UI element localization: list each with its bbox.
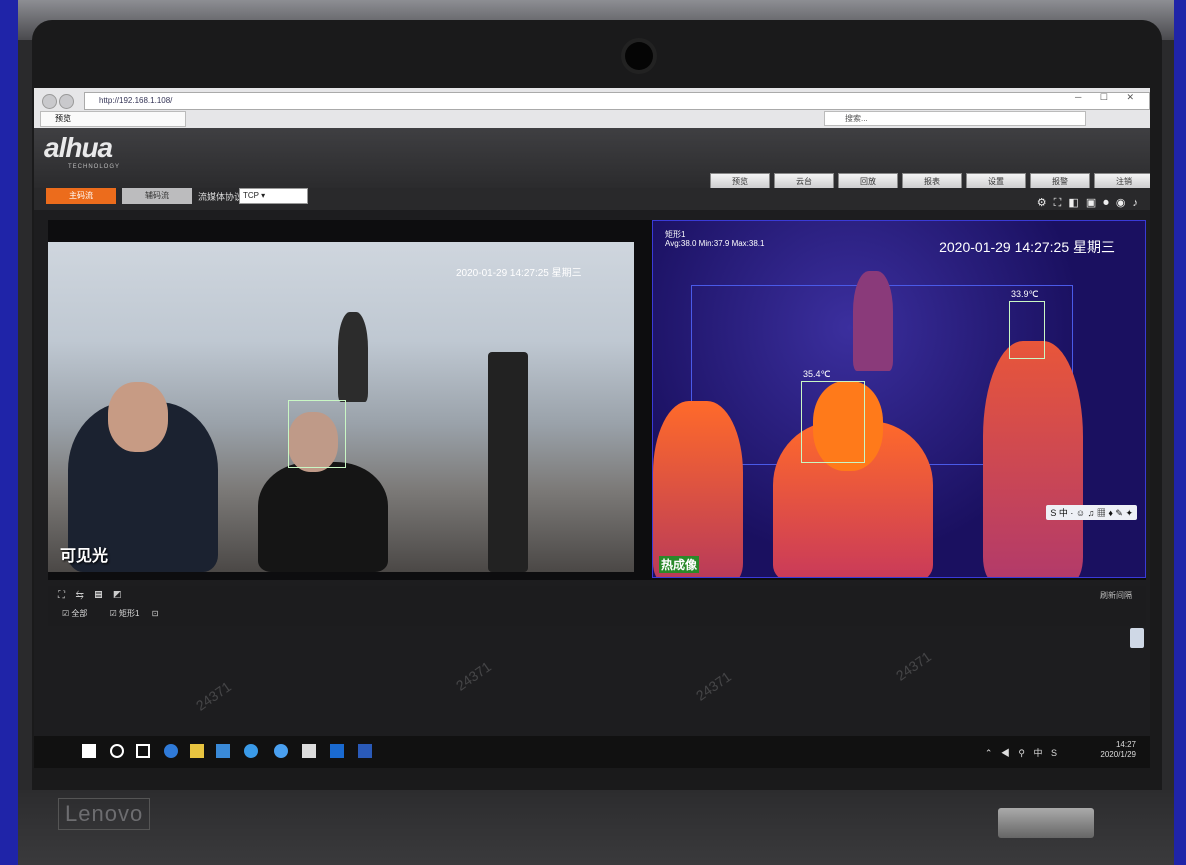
- video-area: 2020-01-29 14:27:25 星期三 可见光 矩形1 Avg:38.0…: [48, 220, 1146, 580]
- start-icon[interactable]: [82, 744, 96, 758]
- sub-tool-icons[interactable]: ⛶ ⇆ ▤ ◩: [58, 590, 125, 601]
- webcam-icon: [625, 42, 653, 70]
- store-icon[interactable]: [216, 744, 230, 758]
- checkbox-rect[interactable]: ☑ 矩形1 ⊡: [110, 609, 159, 618]
- task-view-icon[interactable]: [136, 744, 150, 758]
- thermal-reading-2: 33.9℃: [1011, 289, 1039, 299]
- clock-time: 14:27: [1115, 740, 1136, 749]
- url-field[interactable]: http://192.168.1.108/: [84, 92, 1150, 110]
- watermark: 24371: [192, 678, 235, 714]
- person-3: [338, 312, 368, 402]
- rule-checkboxes: ☑ 全部 ☑ 矩形1 ⊡: [62, 608, 168, 619]
- ime-toolbar[interactable]: S 中 · ☺ ♫ ▦ ♦ ✎ ✦: [1046, 505, 1137, 520]
- view-tool-icons[interactable]: ⚙ ⛶ ◧ ▣ ⏺ ◉ ♪: [1037, 196, 1140, 210]
- protocol-select[interactable]: TCP ▾: [239, 188, 308, 204]
- thermal-label: 热成像: [659, 556, 700, 573]
- laptop-brand: Lenovo: [58, 798, 151, 830]
- word-icon[interactable]: [358, 744, 372, 758]
- thermal-detect-box-1: [801, 381, 865, 463]
- thermal-person-4: [853, 271, 893, 371]
- forward-icon[interactable]: [59, 94, 74, 109]
- bottom-control-bar: ⛶ ⇆ ▤ ◩ ☑ 全部 ☑ 矩形1 ⊡ 刷新间隔: [48, 586, 1146, 626]
- person-1-head: [108, 382, 168, 452]
- checkbox-rect-label: 矩形1: [119, 609, 140, 618]
- thermal-stats: Avg:38.0 Min:37.9 Max:38.1: [665, 239, 765, 248]
- photo-frame: http://192.168.1.108/ 预览 搜索... ─ ☐ ✕ alh…: [18, 0, 1174, 865]
- laptop-hinge: [998, 808, 1094, 838]
- visible-light-view[interactable]: 2020-01-29 14:27:25 星期三 可见光: [48, 242, 634, 572]
- clock[interactable]: 14:27 2020/1/29: [1100, 740, 1136, 760]
- visible-overlay-time: 2020-01-29 14:27:25 星期三: [456, 268, 582, 279]
- protocol-label: 流媒体协议: [198, 192, 244, 202]
- brand-logo-sub: TECHNOLOGY: [68, 164, 121, 170]
- thermal-overlay-time: 2020-01-29 14:27:25 星期三: [939, 239, 1115, 255]
- browser-nav[interactable]: [42, 94, 76, 109]
- back-icon[interactable]: [42, 94, 57, 109]
- window-controls[interactable]: ─ ☐ ✕: [1075, 92, 1142, 103]
- thermal-view[interactable]: 矩形1 Avg:38.0 Min:37.9 Max:38.1 2020-01-2…: [652, 220, 1146, 578]
- browser-toolbar: http://192.168.1.108/ 预览 搜索... ─ ☐ ✕: [34, 88, 1150, 129]
- protocol-value: TCP: [243, 191, 259, 200]
- clock-date: 2020/1/29: [1100, 750, 1136, 759]
- person-2: [258, 462, 388, 572]
- watermark-2: 24371: [452, 658, 495, 694]
- checkbox-all[interactable]: ☑ 全部: [62, 609, 97, 618]
- thermal-detect-box-2: [1009, 301, 1045, 359]
- laptop-screen: http://192.168.1.108/ 预览 搜索... ─ ☐ ✕ alh…: [34, 88, 1150, 768]
- watermark-3: 24371: [692, 668, 735, 704]
- tripod: [488, 352, 528, 572]
- refresh-interval[interactable]: 刷新间隔: [1100, 590, 1132, 601]
- thermal-person-2: [983, 341, 1083, 577]
- outlook-icon[interactable]: [330, 744, 344, 758]
- main-stream-button[interactable]: 主码流: [46, 188, 116, 204]
- watermark-4: 24371: [892, 648, 935, 684]
- browser-tab[interactable]: 预览: [40, 111, 186, 127]
- thermal-reading-1: 35.4℃: [803, 369, 831, 379]
- brand-logo: alhua: [44, 132, 113, 163]
- browser-search[interactable]: 搜索...: [824, 111, 1086, 126]
- sub-stream-button[interactable]: 辅码流: [122, 188, 192, 204]
- checkbox-all-label: 全部: [71, 609, 88, 618]
- edge-icon[interactable]: [164, 744, 178, 758]
- tray-icons[interactable]: ⌃ ◀ ⚲ 中 S: [985, 746, 1060, 759]
- visible-detect-box: [288, 400, 346, 468]
- search-icon[interactable]: [110, 744, 124, 758]
- app-header: alhua TECHNOLOGY 预览 云台 回放 报表 设置 报警 注销: [34, 128, 1150, 191]
- visible-label: 可见光: [60, 548, 109, 565]
- thermal-person-3: [653, 401, 743, 577]
- app-icon[interactable]: [274, 744, 288, 758]
- ie-icon[interactable]: [244, 744, 258, 758]
- windows-taskbar: ⌃ ◀ ⚲ 中 S 14:27 2020/1/29: [34, 736, 1150, 768]
- stream-controls: 主码流 辅码流 流媒体协议 TCP ▾: [34, 188, 1150, 210]
- side-ie-icon[interactable]: [1130, 628, 1144, 648]
- file-explorer-icon[interactable]: [190, 744, 204, 758]
- app2-icon[interactable]: [302, 744, 316, 758]
